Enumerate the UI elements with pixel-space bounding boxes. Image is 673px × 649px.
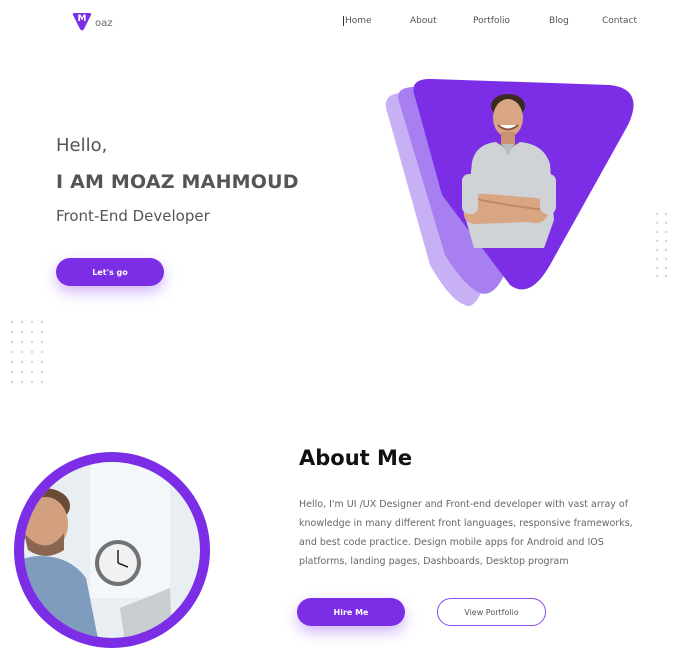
decorative-dots-left — [10, 320, 44, 384]
hire-me-button[interactable]: Hire Me — [297, 598, 405, 626]
about-title: About Me — [299, 446, 413, 470]
about-description: Hello, I'm UI /UX Designer and Front-end… — [299, 499, 633, 567]
lets-go-button[interactable]: Let's go — [56, 258, 164, 286]
nav-item-home[interactable]: Home — [343, 16, 372, 26]
about-photo — [14, 452, 210, 648]
developer-portrait — [462, 94, 556, 248]
hero-greeting: Hello, — [56, 135, 108, 156]
hero-role: Front-End Developer — [56, 207, 210, 225]
view-portfolio-button[interactable]: View Portfolio — [437, 598, 546, 626]
nav-item-portfolio[interactable]: Portfolio — [473, 16, 510, 26]
nav-item-about[interactable]: About — [410, 16, 437, 26]
nav-item-contact[interactable]: Contact — [602, 16, 637, 26]
decorative-dots-right — [655, 212, 668, 278]
nav-item-blog[interactable]: Blog — [549, 16, 569, 26]
main-nav: Home About Portfolio Blog Contact — [0, 16, 673, 30]
hero-name: I AM MOAZ MAHMOUD — [56, 171, 299, 193]
